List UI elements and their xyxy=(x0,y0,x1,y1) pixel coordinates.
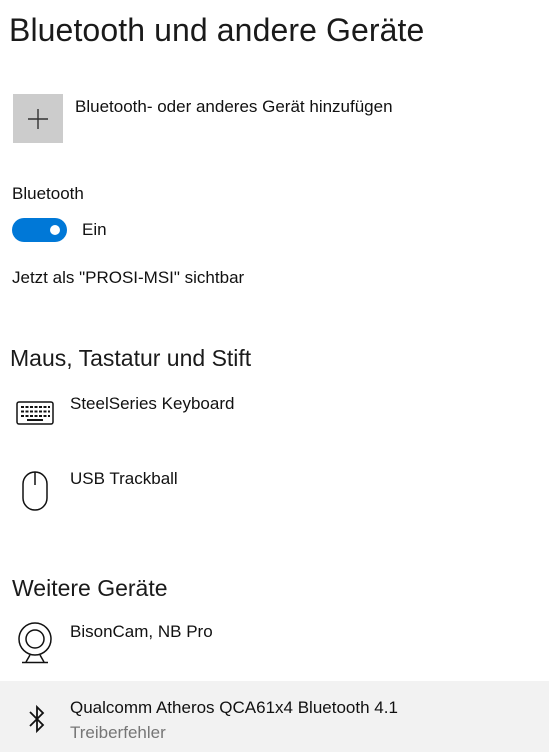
bluetooth-label: Bluetooth xyxy=(12,184,84,203)
add-device-label[interactable]: Bluetooth- oder anderes Gerät hinzufügen xyxy=(75,97,393,117)
mouse-icon xyxy=(18,468,52,514)
bluetooth-icon xyxy=(24,702,50,736)
keyboard-icon xyxy=(14,397,56,429)
device-item-bluetooth-adapter[interactable]: Qualcomm Atheros QCA61x4 Bluetooth 4.1 T… xyxy=(0,681,549,752)
add-device-button[interactable]: Bluetooth- oder anderes Gerät hinzufügen xyxy=(13,94,393,143)
device-name: USB Trackball xyxy=(70,469,178,488)
device-item-webcam[interactable]: BisonCam, NB Pro xyxy=(0,614,549,670)
plus-icon xyxy=(28,108,48,129)
page-title: Bluetooth und andere Geräte xyxy=(9,12,425,48)
bluetooth-toggle-row: Ein xyxy=(12,218,107,242)
bluetooth-toggle[interactable] xyxy=(12,218,67,242)
webcam-icon xyxy=(16,621,54,665)
section-heading-input: Maus, Tastatur und Stift xyxy=(10,345,252,371)
device-name: SteelSeries Keyboard xyxy=(70,394,235,413)
device-status: Treiberfehler xyxy=(70,723,166,742)
add-device-tile[interactable] xyxy=(13,94,63,143)
device-item-trackball[interactable]: USB Trackball xyxy=(0,460,549,520)
visibility-status: Jetzt als "PROSI-MSI" sichtbar xyxy=(12,268,245,287)
section-heading-other: Weitere Geräte xyxy=(12,575,168,601)
device-name: BisonCam, NB Pro xyxy=(70,622,213,641)
toggle-knob xyxy=(50,225,60,235)
bluetooth-state-label: Ein xyxy=(82,220,107,239)
device-item-keyboard[interactable]: SteelSeries Keyboard xyxy=(0,385,549,441)
device-name: Qualcomm Atheros QCA61x4 Bluetooth 4.1 xyxy=(70,698,398,717)
